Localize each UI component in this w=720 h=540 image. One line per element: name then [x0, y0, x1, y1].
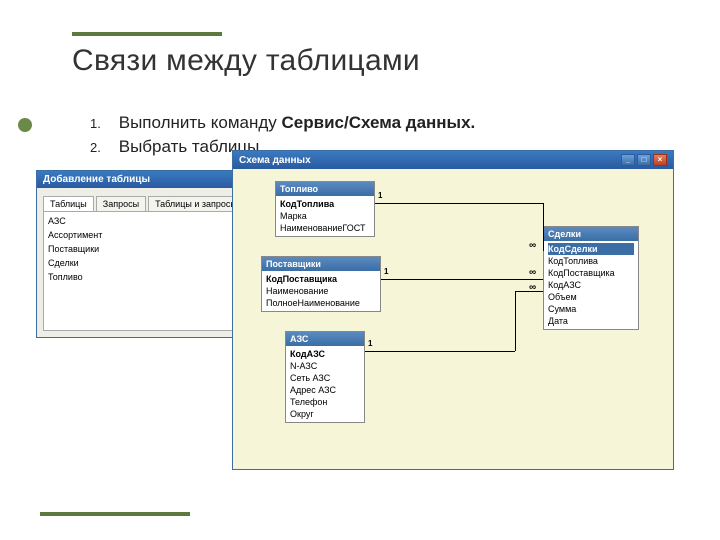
field: КодАЗС — [548, 279, 634, 291]
table-sdelki[interactable]: Сделки КодСделки КодТоплива КодПоставщик… — [543, 226, 639, 330]
relation-line — [375, 203, 543, 204]
field: ПолноеНаименование — [266, 297, 376, 309]
schema-window: Схема данных _ □ × Топливо КодТоплива Ма… — [232, 150, 674, 470]
bullet-marker — [18, 118, 32, 132]
field: КодПоставщика — [548, 267, 634, 279]
footer-accent — [40, 512, 190, 516]
maximize-button[interactable]: □ — [637, 154, 651, 166]
relation-line — [515, 291, 516, 351]
relation-line — [543, 203, 544, 251]
slide: Связи между таблицами 1. Выполнить коман… — [0, 0, 720, 540]
cardinality-one: 1 — [378, 191, 382, 200]
field: Округ — [290, 408, 360, 420]
list-number: 1. — [90, 113, 114, 131]
header-accent — [72, 32, 222, 36]
table-header[interactable]: Топливо — [276, 182, 374, 196]
tab-queries[interactable]: Запросы — [96, 196, 146, 211]
tab-both[interactable]: Таблицы и запросы — [148, 196, 244, 211]
list-number: 2. — [90, 137, 114, 155]
table-fields: КодТоплива Марка НаименованиеГОСТ — [276, 196, 374, 236]
field: Адрес АЗС — [290, 384, 360, 396]
field: N-АЗС — [290, 360, 360, 372]
field: Сумма — [548, 303, 634, 315]
window-title-text: Схема данных — [239, 155, 311, 166]
field: НаименованиеГОСТ — [280, 222, 370, 234]
table-fields: КодСделки КодТоплива КодПоставщика КодАЗ… — [544, 241, 638, 329]
field: Марка — [280, 210, 370, 222]
relation-line — [381, 279, 543, 280]
list-text: Выполнить команду Сервис/Схема данных. — [119, 113, 476, 133]
window-titlebar[interactable]: Схема данных _ □ × — [233, 151, 673, 169]
table-postavshiki[interactable]: Поставщики КодПоставщика Наименование По… — [261, 256, 381, 312]
field: Сеть АЗС — [290, 372, 360, 384]
table-toplivo[interactable]: Топливо КодТоплива Марка НаименованиеГОС… — [275, 181, 375, 237]
slide-title: Связи между таблицами — [72, 44, 420, 78]
cardinality-many: ∞ — [529, 267, 536, 278]
cardinality-many: ∞ — [529, 240, 536, 251]
field: Наименование — [266, 285, 376, 297]
field: Объем — [548, 291, 634, 303]
table-azs[interactable]: АЗС КодАЗС N-АЗС Сеть АЗС Адрес АЗС Теле… — [285, 331, 365, 423]
cardinality-one: 1 — [368, 339, 372, 348]
field: КодПоставщика — [266, 273, 376, 285]
field: КодТоплива — [280, 198, 370, 210]
list-item: 1. Выполнить команду Сервис/Схема данных… — [90, 113, 475, 133]
table-fields: КодПоставщика Наименование ПолноеНаимено… — [262, 271, 380, 311]
table-header[interactable]: АЗС — [286, 332, 364, 346]
tab-tables[interactable]: Таблицы — [43, 196, 94, 211]
close-button[interactable]: × — [653, 154, 667, 166]
field: КодТоплива — [548, 255, 634, 267]
cardinality-one: 1 — [384, 267, 388, 276]
minimize-button[interactable]: _ — [621, 154, 635, 166]
field: КодАЗС — [290, 348, 360, 360]
table-header[interactable]: Поставщики — [262, 257, 380, 271]
field: КодСделки — [548, 243, 634, 255]
cardinality-many: ∞ — [529, 282, 536, 293]
relation-line — [365, 351, 515, 352]
table-fields: КодАЗС N-АЗС Сеть АЗС Адрес АЗС Телефон … — [286, 346, 364, 422]
field: Телефон — [290, 396, 360, 408]
table-header[interactable]: Сделки — [544, 227, 638, 241]
field: Дата — [548, 315, 634, 327]
